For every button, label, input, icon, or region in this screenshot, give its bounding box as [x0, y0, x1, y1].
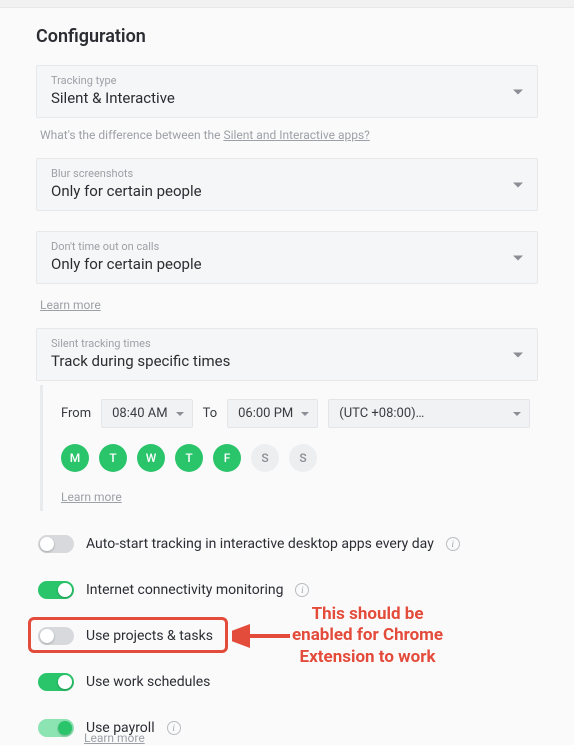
blur-value: Only for certain people	[51, 182, 523, 200]
autostart-label: Auto-start tracking in interactive deskt…	[86, 536, 434, 552]
from-label: From	[61, 406, 91, 421]
silent-times-dropdown[interactable]: Silent tracking times Track during speci…	[36, 328, 538, 381]
window-top-bar	[0, 0, 574, 8]
autostart-toggle[interactable]	[38, 535, 74, 553]
to-time-dropdown[interactable]: 06:00 PM	[227, 399, 318, 428]
timezone-dropdown[interactable]: (UTC +08:00)…	[328, 399, 530, 428]
schedules-toggle[interactable]	[38, 673, 74, 691]
projects-label: Use projects & tasks	[86, 628, 213, 644]
timeout-calls-dropdown[interactable]: Don't time out on calls Only for certain…	[36, 231, 538, 284]
chevron-down-icon	[513, 182, 523, 187]
chevron-down-icon	[513, 352, 523, 357]
day-tue[interactable]: T	[99, 444, 127, 472]
schedules-label: Use work schedules	[86, 674, 210, 690]
time-row: From 08:40 AM To 06:00 PM (UTC +08:00)…	[61, 399, 530, 428]
internet-toggle[interactable]	[38, 581, 74, 599]
chevron-down-icon	[513, 89, 523, 94]
payroll-toggle[interactable]	[38, 719, 74, 737]
silent-times-value: Track during specific times	[51, 352, 523, 370]
chevron-down-icon	[513, 255, 523, 260]
info-icon[interactable]: i	[295, 583, 309, 597]
silent-times-learn-more-link[interactable]: Learn more	[61, 490, 122, 504]
day-wed[interactable]: W	[137, 444, 165, 472]
info-icon[interactable]: i	[167, 721, 181, 735]
day-sun[interactable]: S	[289, 444, 317, 472]
helper-prefix: What's the difference between the	[40, 128, 223, 142]
timezone-value: (UTC +08:00)…	[339, 406, 424, 421]
chevron-down-icon	[301, 412, 309, 416]
projects-toggle-row: Use projects & tasks	[36, 623, 538, 649]
day-fri[interactable]: F	[213, 444, 241, 472]
to-label: To	[203, 406, 218, 421]
blur-label: Blur screenshots	[51, 167, 523, 180]
from-time-dropdown[interactable]: 08:40 AM	[101, 399, 192, 428]
autostart-toggle-row: Auto-start tracking in interactive deskt…	[36, 531, 538, 557]
timeout-learn-more-link[interactable]: Learn more	[40, 298, 101, 312]
timeout-value: Only for certain people	[51, 255, 523, 273]
configuration-panel: Configuration Tracking type Silent & Int…	[0, 8, 574, 745]
silent-times-label: Silent tracking times	[51, 337, 523, 350]
days-of-week: M T W T F S S	[61, 444, 530, 472]
from-time-value: 08:40 AM	[112, 406, 167, 421]
chevron-down-icon	[176, 412, 184, 416]
internet-toggle-row: Internet connectivity monitoring i	[36, 577, 538, 603]
tracking-type-value: Silent & Interactive	[51, 89, 523, 107]
page-title: Configuration	[36, 26, 538, 47]
internet-label: Internet connectivity monitoring	[86, 582, 283, 598]
day-thu[interactable]: T	[175, 444, 203, 472]
projects-toggle[interactable]	[38, 627, 74, 645]
day-mon[interactable]: M	[61, 444, 89, 472]
silent-times-subpanel: From 08:40 AM To 06:00 PM (UTC +08:00)… …	[40, 385, 538, 511]
payroll-toggle-row: Use payroll i	[36, 715, 538, 741]
tracking-type-label: Tracking type	[51, 74, 523, 87]
silent-interactive-link[interactable]: Silent and Interactive apps?	[223, 128, 369, 142]
timeout-label: Don't time out on calls	[51, 240, 523, 253]
blur-screenshots-dropdown[interactable]: Blur screenshots Only for certain people	[36, 158, 538, 211]
payroll-label: Use payroll	[86, 720, 155, 736]
tracking-type-helper: What's the difference between the Silent…	[40, 128, 538, 142]
tracking-type-dropdown[interactable]: Tracking type Silent & Interactive	[36, 65, 538, 118]
schedules-toggle-row: Use work schedules	[36, 669, 538, 695]
info-icon[interactable]: i	[446, 537, 460, 551]
chevron-down-icon	[513, 412, 521, 416]
to-time-value: 06:00 PM	[238, 406, 293, 421]
day-sat[interactable]: S	[251, 444, 279, 472]
